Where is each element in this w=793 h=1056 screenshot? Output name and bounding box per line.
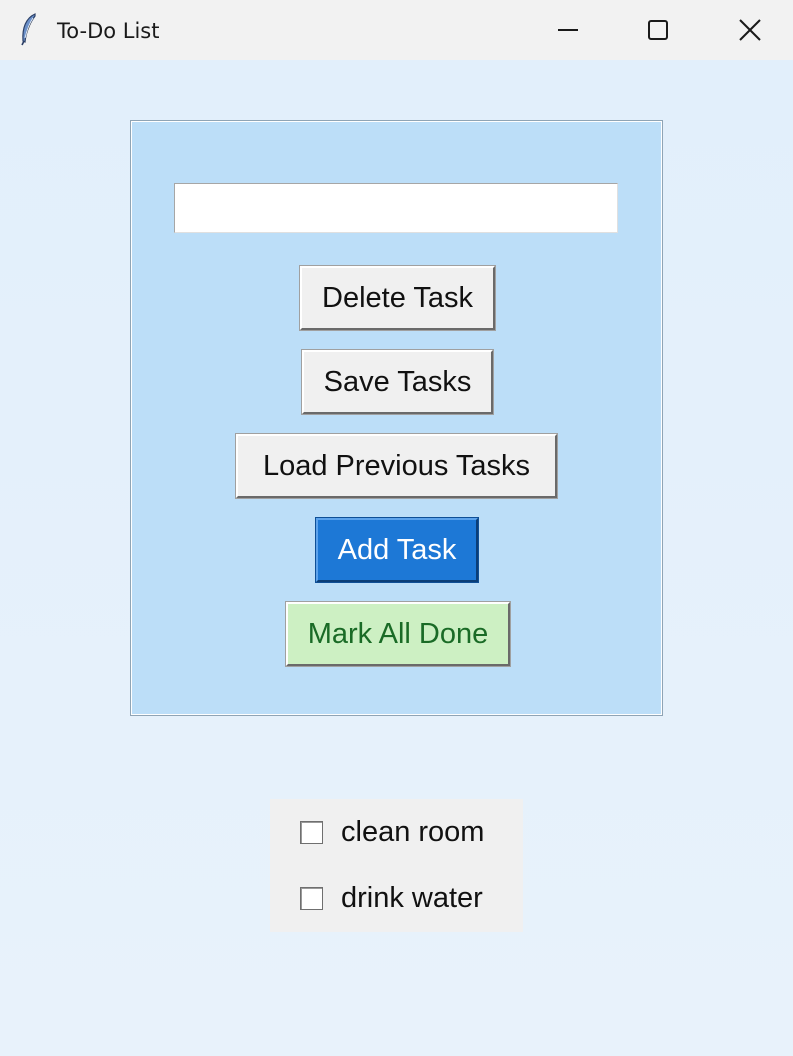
load-previous-tasks-label: Load Previous Tasks bbox=[262, 449, 531, 482]
task-label: clean room bbox=[341, 815, 485, 848]
close-icon bbox=[739, 19, 761, 41]
mark-all-done-label: Mark All Done bbox=[307, 617, 489, 650]
title-bar[interactable]: To-Do List bbox=[0, 0, 793, 60]
task-input[interactable] bbox=[174, 183, 618, 233]
delete-task-button[interactable]: Delete Task bbox=[299, 265, 496, 331]
task-checkbox[interactable] bbox=[300, 820, 323, 844]
maximize-icon bbox=[648, 20, 668, 40]
task-list: clean room drink water bbox=[270, 799, 523, 932]
task-label: drink water bbox=[341, 881, 483, 914]
app-window: To-Do List Delete Task Save Tasks Load P… bbox=[0, 0, 793, 1056]
task-checkbox[interactable] bbox=[300, 886, 323, 910]
load-previous-tasks-button[interactable]: Load Previous Tasks bbox=[235, 433, 558, 499]
save-tasks-button[interactable]: Save Tasks bbox=[301, 349, 494, 415]
close-button[interactable] bbox=[704, 0, 793, 60]
add-task-button[interactable]: Add Task bbox=[315, 517, 479, 583]
delete-task-label: Delete Task bbox=[322, 281, 473, 314]
minimize-button[interactable] bbox=[522, 0, 614, 60]
mark-all-done-button[interactable]: Mark All Done bbox=[285, 601, 511, 667]
feather-icon bbox=[21, 13, 36, 46]
minimize-icon bbox=[558, 29, 578, 31]
window-title: To-Do List bbox=[57, 19, 160, 43]
save-tasks-label: Save Tasks bbox=[323, 365, 472, 398]
add-task-label: Add Task bbox=[337, 533, 457, 566]
maximize-button[interactable] bbox=[612, 0, 704, 60]
